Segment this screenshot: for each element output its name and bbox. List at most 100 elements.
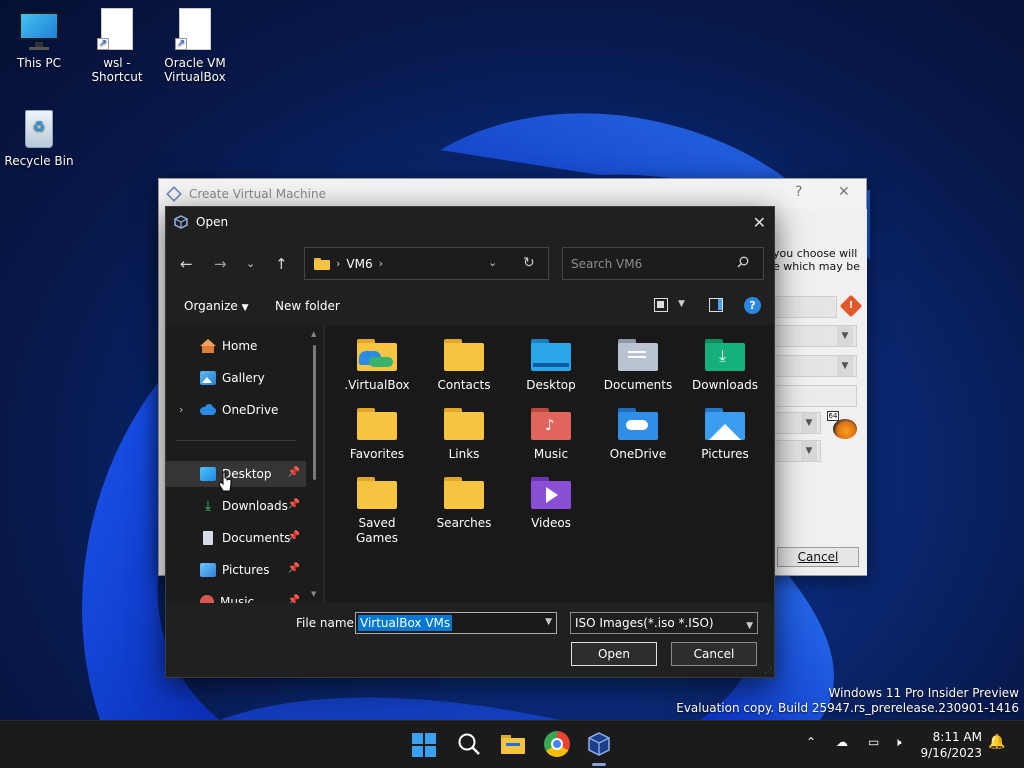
- open-file-dialog: Open ✕ ← → ⌄ ↑ › VM6 › ⌄ ↻ Search VM6 Or…: [165, 206, 775, 678]
- nav-item-downloads[interactable]: ⤓ Downloads 📌: [166, 493, 306, 519]
- notifications-bell-icon[interactable]: 🔔: [988, 734, 1005, 750]
- clock[interactable]: 8:11 AM 9/16/2023: [916, 729, 982, 761]
- folder-tile-pictures[interactable]: Pictures: [682, 406, 768, 462]
- open-button[interactable]: Open: [571, 642, 657, 666]
- scroll-up-icon[interactable]: ▲: [311, 330, 316, 338]
- pin-icon[interactable]: 📌: [288, 595, 300, 603]
- download-icon: ⤓: [204, 498, 212, 514]
- gallery-icon: [200, 371, 216, 385]
- vm-hint-text: you choose will e which may be: [773, 247, 861, 273]
- nav-item-onedrive[interactable]: OneDrive: [166, 397, 306, 423]
- address-bar[interactable]: › VM6 › ⌄ ↻: [304, 247, 549, 280]
- breadcrumb-separator-icon[interactable]: ›: [379, 257, 383, 270]
- pin-icon[interactable]: 📌: [288, 499, 300, 510]
- search-icon[interactable]: [456, 731, 482, 757]
- desktop-icon-recycle-bin[interactable]: ♻ Recycle Bin: [0, 106, 78, 168]
- folder-icon: [355, 406, 399, 442]
- folder-label: Links: [448, 447, 480, 461]
- pin-icon[interactable]: 📌: [288, 531, 300, 542]
- command-bar: Organize ▼ New folder ▼ ?: [166, 293, 774, 321]
- folder-icon: [703, 406, 747, 442]
- folder-tile-music[interactable]: ♪ Music: [508, 406, 594, 462]
- view-options-icon[interactable]: [654, 298, 668, 312]
- nav-item-label: Downloads: [222, 499, 288, 513]
- vm-iso-field[interactable]: [771, 296, 837, 318]
- chevron-down-icon[interactable]: ▼: [678, 299, 685, 309]
- breadcrumb-item[interactable]: VM6: [346, 257, 372, 271]
- close-button[interactable]: ✕: [838, 184, 850, 200]
- desktop-icon-virtualbox[interactable]: ↗ Oracle VM VirtualBox: [156, 8, 234, 84]
- folder-tile-onedrive[interactable]: OneDrive: [595, 406, 681, 462]
- virtualbox-icon[interactable]: [586, 731, 612, 757]
- nav-item-gallery[interactable]: Gallery: [166, 365, 306, 391]
- help-button[interactable]: ?: [795, 184, 802, 200]
- pin-icon[interactable]: 📌: [288, 467, 300, 478]
- recent-chevron-icon[interactable]: ⌄: [246, 257, 255, 270]
- nav-item-desktop[interactable]: Desktop 📌: [166, 461, 306, 487]
- folder-tile-contacts[interactable]: Contacts: [421, 337, 507, 393]
- desktop-icon-wsl-shortcut[interactable]: ↗ wsl - Shortcut: [78, 8, 156, 84]
- refresh-icon[interactable]: ↻: [523, 255, 535, 271]
- nav-item-label: Pictures: [222, 563, 270, 577]
- new-folder-button[interactable]: New folder: [275, 299, 340, 313]
- folder-tile-links[interactable]: Links: [421, 406, 507, 462]
- folder-icon: [314, 257, 330, 270]
- onedrive-status-icon[interactable]: ☁: [836, 735, 848, 749]
- folder-label: Desktop: [526, 378, 576, 392]
- active-app-indicator: [592, 763, 606, 766]
- preview-pane-icon[interactable]: [709, 298, 723, 312]
- desktop-icon-label: This PC: [17, 56, 61, 70]
- file-type-select[interactable]: ISO Images(*.iso *.ISO) ▼: [570, 612, 758, 634]
- resize-grip-icon[interactable]: ⋰: [764, 666, 772, 675]
- back-arrow-icon[interactable]: ←: [180, 255, 193, 273]
- scroll-down-icon[interactable]: ▼: [311, 590, 316, 598]
- nav-item-documents[interactable]: Documents 📌: [166, 525, 306, 551]
- folder-label: Pictures: [701, 447, 749, 461]
- nav-scrollbar[interactable]: [313, 345, 316, 480]
- up-arrow-icon[interactable]: ↑: [275, 255, 288, 273]
- cancel-button[interactable]: Cancel: [671, 642, 757, 666]
- chrome-icon[interactable]: [544, 731, 570, 757]
- folder-tile-virtualbox[interactable]: .VirtualBox: [334, 337, 420, 393]
- pin-icon[interactable]: 📌: [288, 563, 300, 574]
- folder-tile-saved-games[interactable]: Saved Games: [334, 475, 420, 546]
- open-dialog-title: Open: [196, 215, 229, 229]
- warning-icon: !: [839, 294, 863, 318]
- navigation-pane: Home Gallery › OneDrive Desktop 📌 ⤓ Down…: [166, 325, 324, 603]
- clock-date: 9/16/2023: [920, 746, 982, 760]
- folder-icon: [616, 406, 660, 442]
- folder-tile-documents[interactable]: Documents: [595, 337, 681, 393]
- folder-tile-favorites[interactable]: Favorites: [334, 406, 420, 462]
- chevron-down-icon: ▼: [837, 326, 853, 346]
- nav-item-music[interactable]: Music 📌: [166, 589, 306, 603]
- help-icon[interactable]: ?: [744, 297, 761, 314]
- file-name-input[interactable]: VirtualBox VMs ▼: [355, 612, 557, 634]
- folder-label: Music: [533, 447, 569, 461]
- nav-item-pictures[interactable]: Pictures 📌: [166, 557, 306, 583]
- file-explorer-icon[interactable]: [500, 731, 526, 757]
- close-button[interactable]: ✕: [753, 213, 766, 232]
- folder-tile-searches[interactable]: Searches: [421, 475, 507, 531]
- chevron-down-icon[interactable]: ▼: [545, 617, 552, 627]
- folder-tile-videos[interactable]: Videos: [508, 475, 594, 531]
- nav-item-home[interactable]: Home: [166, 333, 306, 359]
- chevron-down-icon[interactable]: ⌄: [488, 256, 497, 269]
- search-box[interactable]: Search VM6: [562, 247, 764, 280]
- folder-icon: ⤓: [703, 337, 747, 373]
- network-icon[interactable]: ▭: [868, 735, 879, 749]
- vm-cancel-button[interactable]: Cancel: [777, 547, 859, 567]
- forward-arrow-icon[interactable]: →: [214, 255, 227, 273]
- nav-item-label: Gallery: [222, 371, 265, 385]
- show-hidden-icons-chevron-icon[interactable]: ⌃: [806, 735, 816, 749]
- start-windows-icon[interactable]: [412, 733, 436, 757]
- folder-tile-downloads[interactable]: ⤓ Downloads: [682, 337, 768, 393]
- folder-label: .VirtualBox: [344, 378, 410, 392]
- search-input[interactable]: Search VM6: [571, 257, 642, 271]
- vm-subtype-select[interactable]: [771, 385, 857, 407]
- desktop-icon-this-pc[interactable]: This PC: [0, 8, 78, 70]
- organize-menu[interactable]: Organize ▼: [184, 299, 249, 313]
- volume-muted-icon[interactable]: 🕨: [894, 735, 902, 750]
- document-icon: [200, 531, 216, 545]
- address-row: ← → ⌄ ↑ › VM6 › ⌄ ↻ Search VM6: [166, 247, 774, 281]
- folder-tile-desktop[interactable]: Desktop: [508, 337, 594, 393]
